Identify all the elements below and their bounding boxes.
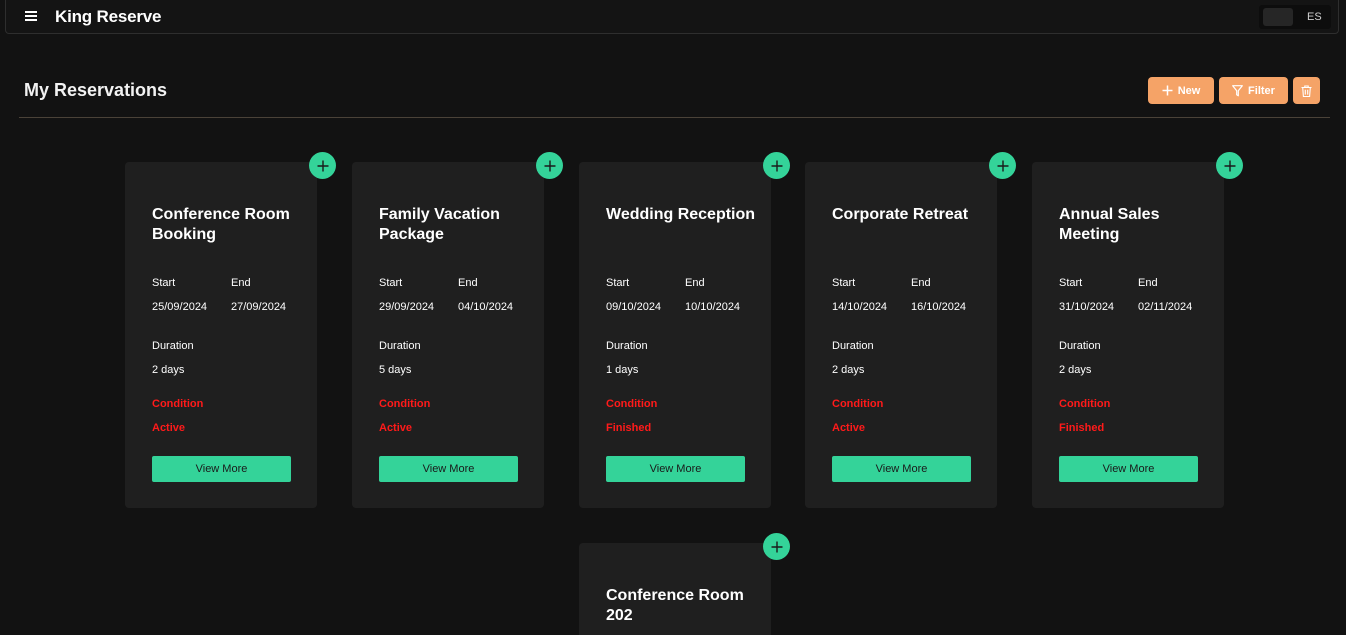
start-label: Start (832, 277, 856, 289)
app-title: King Reserve (55, 7, 162, 26)
language-label: ES (1307, 11, 1322, 23)
start-date: 29/09/2024 (379, 301, 435, 313)
start-label: Start (1059, 277, 1083, 289)
plus-icon (1224, 160, 1235, 171)
duration-label: Duration (1059, 340, 1101, 352)
duration-value: 2 days (832, 364, 865, 376)
delete-button[interactable] (1293, 77, 1320, 104)
end-label: End (231, 277, 251, 289)
reservation-card: Conference Room 202 (579, 533, 790, 635)
condition-status: Finished (1059, 422, 1105, 434)
plus-icon (544, 160, 555, 171)
top-bar: King Reserve ES (5, 0, 1339, 34)
hamburger-menu-icon[interactable] (25, 11, 37, 21)
filter-button-label: Filter (1248, 84, 1275, 97)
plus-icon (771, 541, 782, 552)
end-label: End (911, 277, 931, 289)
reservation-card: Annual Sales Meeting Start End 31/10/202… (1032, 152, 1243, 508)
condition-label: Condition (379, 398, 431, 410)
start-date: 25/09/2024 (152, 301, 208, 313)
duration-label: Duration (832, 340, 874, 352)
view-more-button[interactable]: View More (1059, 456, 1198, 482)
new-reservation-button[interactable]: New (1148, 77, 1214, 104)
start-label: Start (606, 277, 630, 289)
view-more-button[interactable]: View More (379, 456, 518, 482)
condition-status: Active (379, 422, 413, 434)
start-date: 09/10/2024 (606, 301, 662, 313)
new-button-label: New (1177, 84, 1201, 97)
reservation-card: Conference Room Booking Start End 25/09/… (125, 152, 336, 508)
duration-label: Duration (379, 340, 421, 352)
card-title: Family Vacation Package (379, 206, 500, 243)
start-date: 14/10/2024 (832, 301, 888, 313)
view-more-button[interactable]: View More (832, 456, 971, 482)
card-title: Conference Room 202 (606, 587, 744, 624)
view-more-button[interactable]: View More (152, 456, 291, 482)
end-label: End (685, 277, 705, 289)
duration-value: 1 days (606, 364, 639, 376)
card-title: Corporate Retreat (832, 206, 969, 223)
end-label: End (1138, 277, 1158, 289)
page-title: My Reservations (24, 80, 168, 100)
filter-button[interactable]: Filter (1219, 77, 1288, 104)
language-toggle[interactable]: ES (1259, 5, 1331, 29)
filter-icon (1232, 84, 1243, 96)
reservation-card: Family Vacation Package Start End 29/09/… (352, 152, 563, 508)
condition-status: Finished (606, 422, 652, 434)
end-date: 04/10/2024 (458, 301, 514, 313)
add-icon-button[interactable] (309, 152, 336, 179)
duration-value: 2 days (1059, 364, 1092, 376)
plus-icon (317, 160, 328, 171)
end-date: 02/11/2024 (1138, 301, 1193, 313)
view-more-button[interactable]: View More (606, 456, 745, 482)
add-icon-button[interactable] (1216, 152, 1243, 179)
card-title: Wedding Reception (606, 206, 756, 223)
start-label: Start (152, 277, 176, 289)
plus-icon (997, 160, 1008, 171)
duration-label: Duration (606, 340, 648, 352)
reservation-card: Wedding Reception Start End 09/10/2024 1… (579, 152, 790, 508)
plus-icon (1162, 85, 1173, 96)
add-icon-button[interactable] (536, 152, 563, 179)
start-date: 31/10/2024 (1059, 301, 1115, 313)
condition-label: Condition (832, 398, 884, 410)
card-title: Annual Sales Meeting (1059, 206, 1160, 243)
reservation-card: Corporate Retreat Start End 14/10/2024 1… (805, 152, 1016, 508)
duration-value: 2 days (152, 364, 185, 376)
condition-status: Active (832, 422, 866, 434)
end-date: 16/10/2024 (911, 301, 967, 313)
language-toggle-knob[interactable] (1263, 8, 1293, 26)
duration-value: 5 days (379, 364, 412, 376)
duration-label: Duration (152, 340, 194, 352)
end-label: End (458, 277, 478, 289)
add-icon-button[interactable] (989, 152, 1016, 179)
trash-icon (1301, 84, 1312, 97)
card-title: Conference Room Booking (152, 206, 290, 243)
start-label: Start (379, 277, 403, 289)
plus-icon (771, 160, 782, 171)
condition-status: Active (152, 422, 186, 434)
header-divider (19, 117, 1330, 118)
condition-label: Condition (152, 398, 204, 410)
end-date: 27/09/2024 (231, 301, 287, 313)
add-icon-button[interactable] (763, 152, 790, 179)
condition-label: Condition (1059, 398, 1111, 410)
end-date: 10/10/2024 (685, 301, 741, 313)
condition-label: Condition (606, 398, 658, 410)
add-icon-button[interactable] (763, 533, 790, 560)
